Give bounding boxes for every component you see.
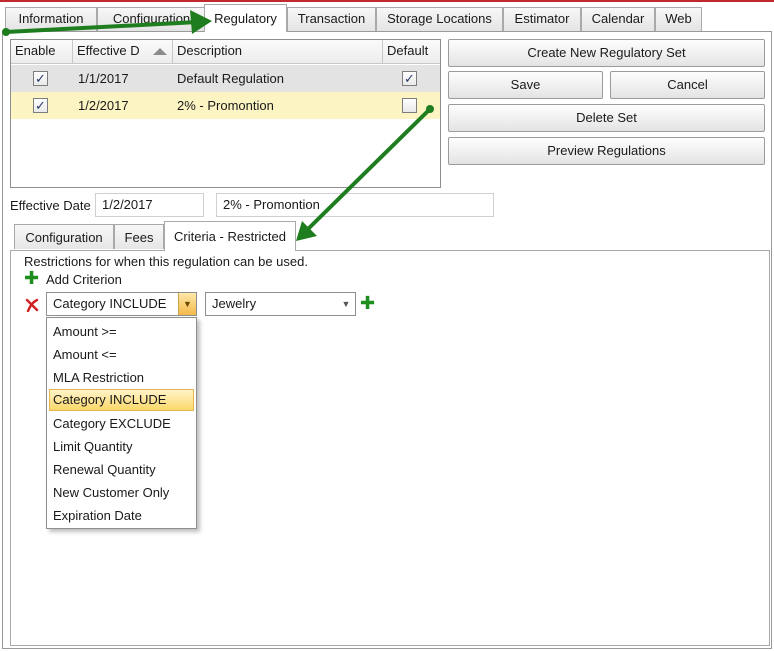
table-row[interactable]: ✓ 1/2/2017 2% - Promontion — [11, 92, 440, 119]
description-cell: Default Regulation — [177, 71, 284, 86]
effective-date-cell: 1/1/2017 — [78, 71, 129, 86]
tab-estimator[interactable]: Estimator — [503, 7, 581, 31]
tab-calendar[interactable]: Calendar — [581, 7, 655, 31]
description-field[interactable]: 2% - Promontion — [216, 193, 494, 217]
table-row[interactable]: ✓ 1/1/2017 Default Regulation ✓ — [11, 65, 440, 92]
tab-transaction[interactable]: Transaction — [287, 7, 376, 31]
dropdown-option[interactable]: Limit Quantity — [49, 436, 194, 458]
restriction-description: Restrictions for when this regulation ca… — [24, 254, 308, 269]
default-checkbox[interactable] — [402, 98, 417, 113]
sort-ascending-icon — [153, 48, 167, 55]
column-header-description[interactable]: Description — [173, 40, 383, 64]
subtab-fees[interactable]: Fees — [114, 224, 164, 249]
chevron-down-icon[interactable]: ▼ — [178, 293, 196, 315]
dropdown-option[interactable]: Amount <= — [49, 344, 194, 366]
save-button[interactable]: Save — [448, 71, 603, 99]
window-accent-bar — [0, 0, 774, 2]
criterion-type-dropdown: Amount >= Amount <= MLA Restriction Cate… — [46, 317, 197, 529]
enable-checkbox[interactable]: ✓ — [33, 71, 48, 86]
default-checkbox[interactable]: ✓ — [402, 71, 417, 86]
preview-regulations-button[interactable]: Preview Regulations — [448, 137, 765, 165]
tab-regulatory[interactable]: Regulatory — [204, 4, 287, 32]
regulation-sets-grid: Enable Effective D Description Default ✓… — [10, 39, 441, 188]
effective-date-cell: 1/2/2017 — [78, 98, 129, 113]
tab-storage-locations[interactable]: Storage Locations — [376, 7, 503, 31]
criterion-type-select[interactable]: Category INCLUDE ▼ — [46, 292, 197, 316]
tab-configuration[interactable]: Configuration — [97, 7, 206, 31]
category-select[interactable]: Jewelry ▼ — [205, 292, 356, 316]
plus-icon: ✚ — [24, 268, 40, 288]
dropdown-option[interactable]: Amount >= — [49, 321, 194, 343]
effective-date-field[interactable]: 1/2/2017 — [95, 193, 204, 217]
enable-checkbox[interactable]: ✓ — [33, 98, 48, 113]
column-header-effective-date-label: Effective D — [77, 43, 140, 58]
tab-web[interactable]: Web — [655, 7, 702, 31]
description-cell: 2% - Promontion — [177, 98, 274, 113]
dropdown-option[interactable]: New Customer Only — [49, 482, 194, 504]
column-header-default[interactable]: Default — [383, 40, 440, 64]
criterion-type-value: Category INCLUDE — [53, 296, 167, 311]
category-value: Jewelry — [212, 296, 257, 311]
tab-information[interactable]: Information — [5, 7, 97, 31]
subtab-criteria-restricted[interactable]: Criteria - Restricted — [164, 221, 296, 251]
delete-set-button[interactable]: Delete Set — [448, 104, 765, 132]
add-value-icon[interactable]: ✚ — [360, 293, 375, 314]
cancel-button[interactable]: Cancel — [610, 71, 765, 99]
dropdown-option[interactable]: Category EXCLUDE — [49, 413, 194, 435]
column-header-effective-date[interactable]: Effective D — [73, 40, 173, 64]
create-regulatory-set-button[interactable]: Create New Regulatory Set — [448, 39, 765, 67]
effective-date-label: Effective Date — [10, 198, 91, 213]
column-header-enable[interactable]: Enable — [11, 40, 73, 64]
dropdown-option[interactable]: MLA Restriction — [49, 367, 194, 389]
chevron-down-icon[interactable]: ▼ — [337, 293, 355, 315]
subtab-configuration[interactable]: Configuration — [14, 224, 114, 249]
dropdown-option[interactable]: Expiration Date — [49, 505, 194, 527]
dropdown-option-selected[interactable]: Category INCLUDE — [49, 389, 194, 411]
dropdown-option[interactable]: Renewal Quantity — [49, 459, 194, 481]
add-criterion-label: Add Criterion — [46, 272, 122, 287]
remove-criterion-icon[interactable] — [25, 298, 39, 312]
